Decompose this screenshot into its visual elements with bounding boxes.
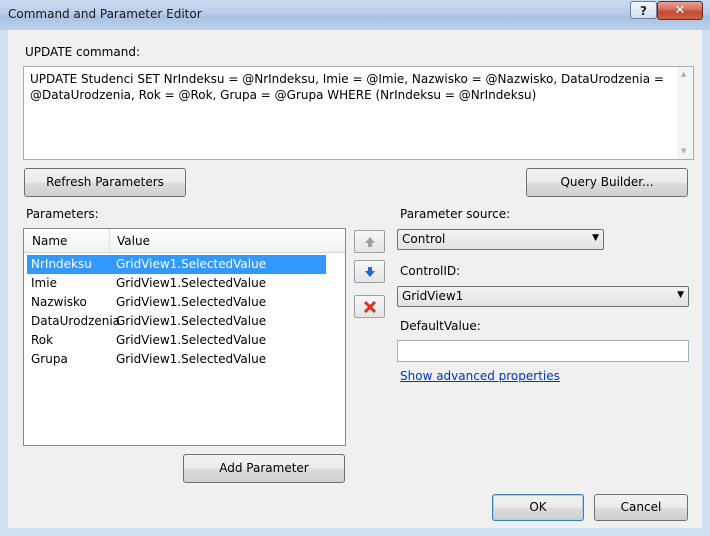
table-row[interactable]: Imie GridView1.SelectedValue [27,274,326,293]
help-button[interactable]: ? [630,1,657,19]
scroll-up-icon[interactable]: ▲ [681,70,686,78]
row-value: GridView1.SelectedValue [116,257,267,271]
column-header-value[interactable]: Value [117,234,150,248]
parameter-source-label: Parameter source: [400,207,511,221]
parameters-list[interactable]: Name Value NrIndeksu GridView1.SelectedV… [23,228,346,446]
add-parameter-button[interactable]: Add Parameter [183,454,345,483]
row-name: Imie [31,276,57,290]
table-row[interactable]: Nazwisko GridView1.SelectedValue [27,293,326,312]
update-command-label: UPDATE command: [25,45,140,59]
scroll-down-icon[interactable]: ▼ [681,147,686,155]
row-value: GridView1.SelectedValue [116,295,267,309]
column-divider [109,229,110,252]
row-value: GridView1.SelectedValue [116,276,267,290]
show-advanced-properties-link[interactable]: Show advanced properties [400,369,560,383]
row-name: Rok [31,333,54,347]
list-header: Name Value [24,229,345,253]
textarea-scrollbar[interactable]: ▲ ▼ [677,67,693,159]
dialog-body: UPDATE command: UPDATE Studenci SET NrIn… [8,30,702,528]
table-row[interactable]: Rok GridView1.SelectedValue [27,331,326,350]
control-id-select[interactable]: GridView1 ▼ [397,286,689,307]
title-bar: Command and Parameter Editor ? ✕ [0,0,710,30]
arrow-up-icon [364,237,375,247]
delete-parameter-button[interactable] [354,295,385,318]
column-header-name[interactable]: Name [32,234,67,248]
control-id-value: GridView1 [402,289,464,303]
cancel-button[interactable]: Cancel [594,494,688,521]
query-builder-button[interactable]: Query Builder... [526,168,688,197]
update-command-line-2: @DataUrodzenia, Rok = @Rok, Grupa = @Gru… [30,88,537,102]
row-name: DataUrodzenia [31,314,121,328]
table-row[interactable]: DataUrodzenia GridView1.SelectedValue [27,312,326,331]
default-value-input[interactable] [397,340,689,362]
window-title: Command and Parameter Editor [8,7,202,21]
update-command-textarea[interactable]: UPDATE Studenci SET NrIndeksu = @NrIndek… [23,66,694,160]
row-name: NrIndeksu [31,257,92,271]
ok-button[interactable]: OK [492,494,584,521]
row-value: GridView1.SelectedValue [116,333,267,347]
move-up-button[interactable] [354,230,385,253]
control-id-label: ControlID: [400,264,461,278]
row-name: Grupa [31,352,68,366]
parameter-source-select[interactable]: Control ▼ [397,229,604,250]
refresh-parameters-button[interactable]: Refresh Parameters [24,168,186,197]
row-value: GridView1.SelectedValue [116,314,267,328]
delete-x-icon [363,300,376,314]
close-button[interactable]: ✕ [657,1,703,20]
chevron-down-icon: ▼ [592,233,599,243]
arrow-down-icon [364,267,375,277]
move-down-button[interactable] [354,260,385,283]
parameter-source-value: Control [402,232,446,246]
chevron-down-icon: ▼ [677,290,684,300]
row-name: Nazwisko [31,295,87,309]
update-command-line-1: UPDATE Studenci SET NrIndeksu = @NrIndek… [30,72,664,86]
parameters-label: Parameters: [26,207,99,221]
table-row[interactable]: Grupa GridView1.SelectedValue [27,350,326,369]
row-value: GridView1.SelectedValue [116,352,267,366]
table-row[interactable]: NrIndeksu GridView1.SelectedValue [27,255,326,274]
default-value-label: DefaultValue: [400,319,481,333]
